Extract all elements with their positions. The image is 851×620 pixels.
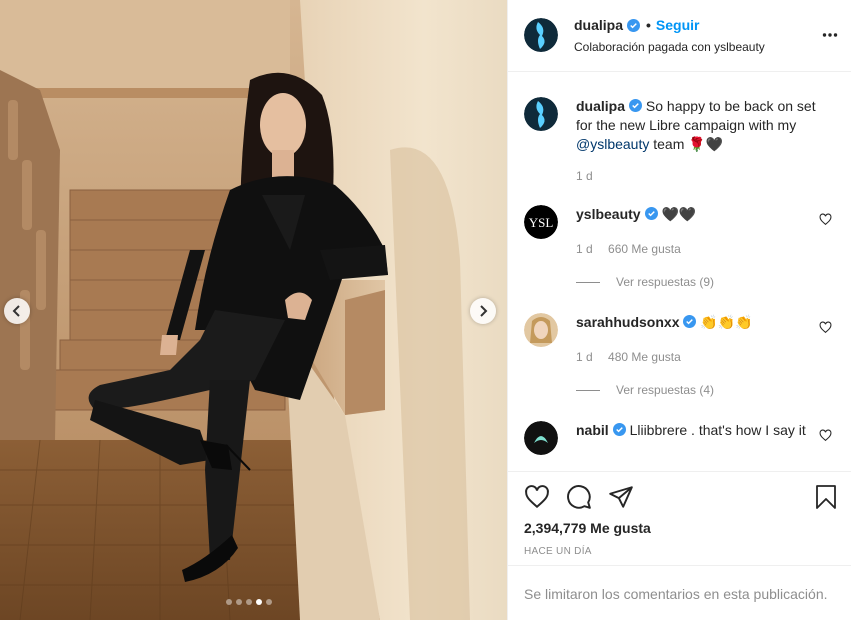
- carousel-dot: [256, 599, 262, 605]
- carousel-dot: [236, 599, 242, 605]
- caption-tail: team 🌹🖤: [649, 136, 724, 152]
- comment-username[interactable]: nabil: [576, 422, 609, 438]
- comments-list[interactable]: dualipa So happy to be back on set for t…: [508, 73, 851, 471]
- svg-text:YSL: YSL: [529, 215, 554, 230]
- chevron-right-icon: [480, 305, 488, 317]
- heart-icon[interactable]: [819, 321, 832, 334]
- commenter-avatar[interactable]: [524, 313, 558, 347]
- comment-icon[interactable]: [566, 484, 592, 510]
- replies-divider: [576, 281, 600, 283]
- view-replies-button[interactable]: Ver respuestas (9): [576, 275, 714, 289]
- comment-text: sarahhudsonxx 👏👏👏: [576, 313, 822, 332]
- photo-illustration: [0, 0, 507, 620]
- chevron-left-icon: [12, 305, 20, 317]
- paid-partnership-label[interactable]: Colaboración pagada con yslbeauty: [574, 40, 765, 54]
- verified-badge-icon: [644, 207, 658, 220]
- verified-badge-icon: [629, 99, 643, 112]
- comments-limited-notice: Se limitaron los comentarios en esta pub…: [508, 565, 851, 620]
- carousel-dot: [266, 599, 272, 605]
- comment-time[interactable]: 1 d: [576, 350, 593, 364]
- carousel-indicator: [226, 599, 272, 605]
- author-avatar[interactable]: [524, 97, 558, 131]
- view-replies-label: Ver respuestas (4): [616, 383, 715, 397]
- heart-icon[interactable]: [524, 484, 550, 510]
- comment-likes[interactable]: 480 Me gusta: [608, 350, 681, 364]
- comment-username[interactable]: yslbeauty: [576, 206, 641, 222]
- carousel-dot: [226, 599, 232, 605]
- post-photo[interactable]: [0, 0, 507, 620]
- author-username[interactable]: dualipa: [574, 17, 623, 33]
- comment-body: Lliibbrere . that's how I say it: [629, 422, 806, 438]
- post-header: dualipa • Seguir Colaboración pagada con…: [508, 0, 851, 72]
- caption-meta: 1 d: [576, 169, 605, 183]
- likes-count[interactable]: 2,394,779 Me gusta: [524, 520, 651, 536]
- commenter-avatar[interactable]: YSL: [524, 205, 558, 239]
- comment-meta: 1 d 480 Me gusta: [576, 350, 693, 364]
- bookmark-icon[interactable]: [814, 484, 838, 510]
- verified-badge-icon: [627, 18, 641, 32]
- mention-link[interactable]: @yslbeauty: [576, 136, 649, 152]
- heart-icon[interactable]: [819, 429, 832, 442]
- verified-badge-icon: [683, 315, 697, 328]
- more-options-icon[interactable]: [822, 27, 838, 43]
- comment-likes[interactable]: 660 Me gusta: [608, 242, 681, 256]
- author-avatar[interactable]: [524, 18, 558, 52]
- view-replies-button[interactable]: Ver respuestas (4): [576, 383, 714, 397]
- verified-badge-icon: [612, 423, 626, 436]
- header-user-line: dualipa • Seguir: [574, 17, 700, 33]
- comment-username[interactable]: sarahhudsonxx: [576, 314, 679, 330]
- caption-time[interactable]: 1 d: [576, 169, 593, 183]
- comment-text: yslbeauty 🖤🖤: [576, 205, 822, 224]
- carousel-dot: [246, 599, 252, 605]
- comment-time[interactable]: 1 d: [576, 242, 593, 256]
- separator-dot: •: [646, 17, 651, 33]
- commenter-avatar[interactable]: [524, 421, 558, 455]
- view-replies-label: Ver respuestas (9): [616, 275, 715, 289]
- caption-text: dualipa So happy to be back on set for t…: [576, 97, 822, 154]
- replies-divider: [576, 389, 600, 391]
- comment-meta: 1 d 660 Me gusta: [576, 242, 693, 256]
- heart-icon[interactable]: [819, 213, 832, 226]
- comment-body: 👏👏👏: [700, 314, 753, 330]
- previous-photo-button[interactable]: [4, 298, 30, 324]
- comment-text: nabil Lliibbrere . that's how I say it: [576, 421, 822, 440]
- next-photo-button[interactable]: [470, 298, 496, 324]
- follow-button[interactable]: Seguir: [656, 17, 700, 33]
- caption-username[interactable]: dualipa: [576, 98, 625, 114]
- post-side-panel: dualipa • Seguir Colaboración pagada con…: [507, 0, 851, 620]
- share-icon[interactable]: [608, 484, 634, 510]
- post-timestamp[interactable]: HACE UN DÍA: [524, 546, 592, 557]
- comment-body: 🖤🖤: [661, 206, 697, 222]
